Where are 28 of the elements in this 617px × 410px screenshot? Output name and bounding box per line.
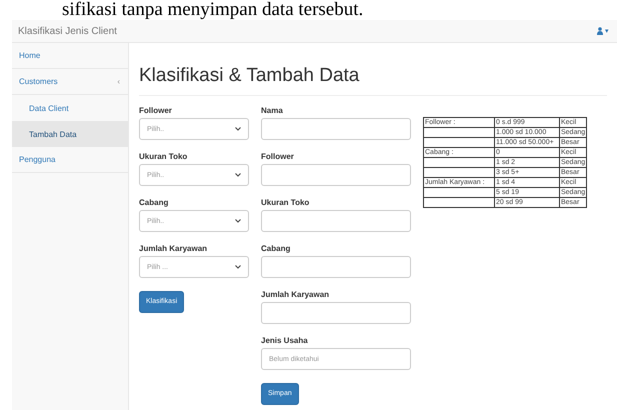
- field-label: Ukuran Toko: [261, 198, 310, 209]
- field-label: Follower: [261, 152, 295, 163]
- field-label: Jenis Usaha: [261, 336, 309, 347]
- field-label: Cabang: [261, 244, 292, 255]
- caption-text: sifikasi tanpa menyimpan data tersebut.: [62, 0, 364, 20]
- chevron-down-icon: [235, 127, 241, 131]
- field-label: Jumlah Karyawan: [261, 290, 330, 301]
- field-label: Ukuran Toko: [139, 152, 188, 163]
- field-label: Follower: [139, 106, 173, 117]
- chevron-down-icon: [235, 219, 241, 223]
- sidebar-item[interactable]: Home: [12, 43, 128, 69]
- chevron-down-icon: [235, 265, 241, 269]
- sidebar-item[interactable]: Tambah Data: [12, 121, 128, 147]
- input-field[interactable]: [261, 210, 411, 232]
- sidebar-item[interactable]: Customers ‹: [12, 69, 128, 95]
- field-label: Cabang: [139, 198, 170, 209]
- input-field[interactable]: [261, 164, 411, 186]
- field-label: Jumlah Karyawan: [139, 244, 208, 255]
- user-icon: [597, 27, 603, 35]
- field-label: Nama: [261, 106, 284, 117]
- page-title: Klasifikasi & Tambah Data: [139, 64, 360, 88]
- input-field[interactable]: [261, 302, 411, 324]
- brand-title[interactable]: Klasifikasi Jenis Client: [18, 26, 117, 36]
- chevron-down-icon: [235, 173, 241, 177]
- input-field[interactable]: [261, 256, 411, 278]
- input-field[interactable]: [261, 118, 411, 140]
- sidebar-item[interactable]: Pengguna: [12, 147, 128, 173]
- sidebar-item[interactable]: Data Client: [12, 95, 128, 121]
